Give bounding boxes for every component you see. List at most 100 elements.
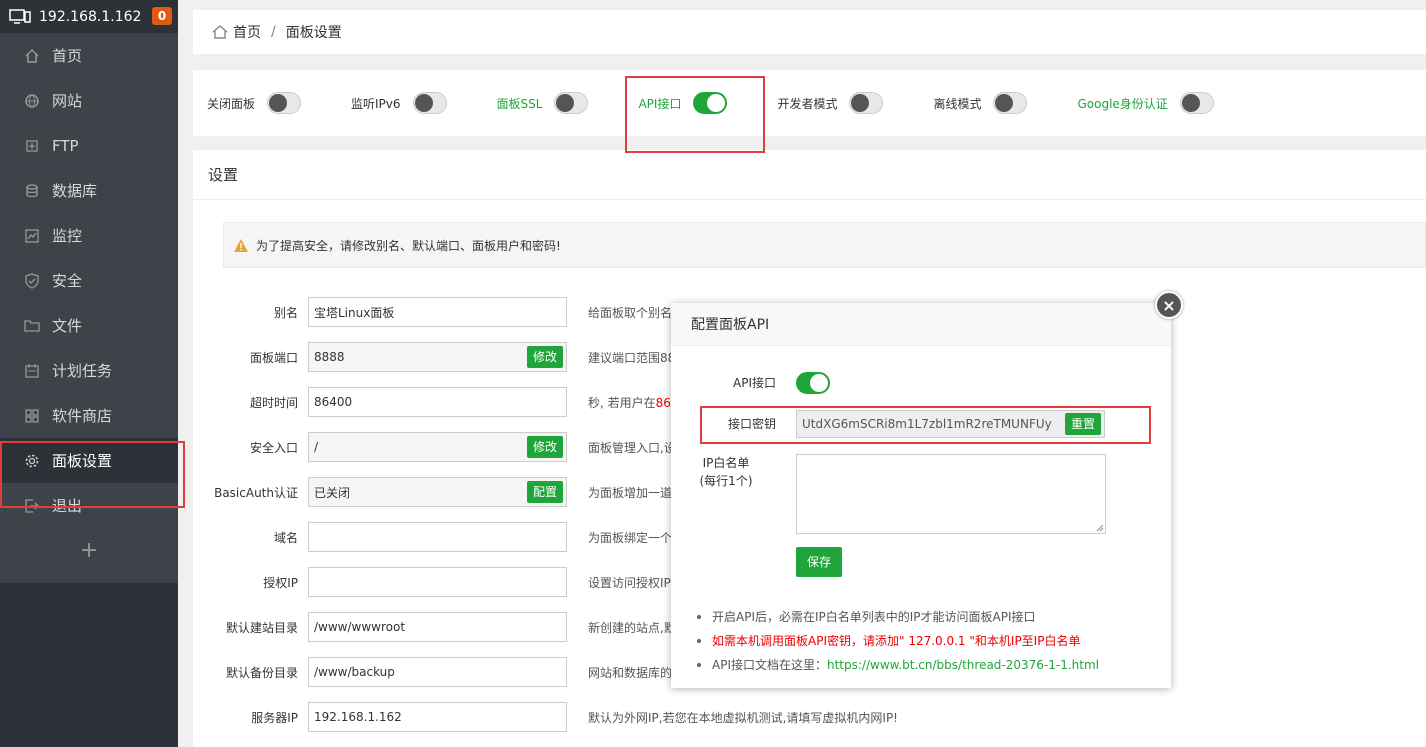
switch-label: 监听IPv6: [351, 96, 401, 111]
toggle-close-panel[interactable]: [267, 92, 302, 114]
api-toggle[interactable]: [796, 372, 830, 394]
field-hint: 建议端口范围88: [588, 350, 676, 365]
sidebar-item-database[interactable]: 数据库: [0, 168, 178, 213]
field-label: 别名: [273, 305, 298, 320]
field-label: 服务器IP: [251, 710, 298, 725]
breadcrumb-separator: /: [271, 24, 276, 40]
port-input: 8888 修改: [308, 342, 567, 372]
modify-port-button[interactable]: 修改: [526, 346, 563, 368]
sidebar-item-cron[interactable]: 计划任务: [0, 348, 178, 393]
auth-ip-input[interactable]: [308, 567, 567, 597]
warning-banner: 为了提高安全，请修改别名、默认端口、面板用户和密码!: [223, 222, 1426, 268]
field-label: 安全入口: [249, 440, 298, 455]
site-dir-input[interactable]: /www/wwwroot: [308, 612, 567, 642]
switch-dev-mode: 开发者模式: [777, 92, 884, 114]
server-ip: 192.168.1.162: [39, 8, 142, 25]
api-config-dialog: 配置面板API × API接口 接口密钥 UtdXG6mSCRi8m1L7zbl…: [671, 291, 1183, 688]
resize-handle-icon[interactable]: [1096, 524, 1104, 532]
field-value: 8888: [314, 350, 345, 364]
sidebar-item-website[interactable]: 网站: [0, 78, 178, 123]
server-ip-input[interactable]: 192.168.1.162: [308, 702, 567, 732]
sidebar-item-label: 文件: [52, 317, 83, 335]
field-value: 86400: [314, 395, 353, 409]
config-basicauth-button[interactable]: 配置: [526, 481, 563, 503]
field-label: 授权IP: [263, 575, 298, 590]
sidebar-item-ftp[interactable]: FTP: [0, 123, 178, 168]
apps-icon: [25, 408, 39, 423]
breadcrumb-home[interactable]: 首页: [233, 22, 261, 42]
backup-dir-input[interactable]: /www/backup: [308, 657, 567, 687]
home-icon: [25, 48, 39, 63]
api-doc-link[interactable]: https://www.bt.cn/bbs/thread-20376-1-1.h…: [827, 658, 1099, 672]
note-item-doc: API接口文档在这里：https://www.bt.cn/bbs/thread-…: [695, 653, 1099, 677]
switch-label: 离线模式: [933, 96, 982, 111]
whitelist-subtitle: (每行1个): [699, 474, 753, 488]
field-hint: 默认为外网IP,若您在本地虚拟机测试,请填写虚拟机内网IP!: [588, 710, 898, 725]
switch-label[interactable]: Google身份认证: [1077, 95, 1167, 112]
monitor-icon: [9, 8, 31, 24]
switch-label: 关闭面板: [207, 96, 256, 111]
switch-ssl: 面板SSL: [497, 92, 589, 114]
toggle-ssl[interactable]: [554, 92, 589, 114]
api-label: API接口: [733, 376, 776, 390]
close-icon[interactable]: ×: [1155, 291, 1183, 319]
sidebar-item-label: 数据库: [52, 182, 98, 200]
security-entry-input: / 修改: [308, 432, 567, 462]
switch-ipv6: 监听IPv6: [351, 92, 447, 114]
field-label: 超时时间: [249, 395, 298, 410]
field-label: 默认备份目录: [225, 665, 298, 680]
breadcrumb-current: 面板设置: [285, 25, 342, 41]
toggle-offline[interactable]: [993, 92, 1028, 114]
toggle-google-auth[interactable]: [1179, 92, 1214, 114]
modify-entry-button[interactable]: 修改: [526, 436, 563, 458]
field-label: 域名: [273, 530, 298, 545]
basicauth-input: 已关闭 配置: [308, 477, 567, 507]
switch-google-auth: Google身份认证: [1077, 92, 1214, 114]
dialog-row-api: API接口: [671, 372, 1171, 394]
breadcrumb: 首页 / 面板设置: [193, 10, 1426, 54]
sidebar-item-home[interactable]: 首页: [0, 33, 178, 78]
domain-input[interactable]: [308, 522, 567, 552]
notification-badge[interactable]: 0: [152, 7, 172, 25]
timeout-input[interactable]: 86400: [308, 387, 567, 417]
database-icon: [26, 183, 38, 197]
field-value: /www/backup: [314, 665, 395, 679]
warning-icon: [234, 238, 248, 252]
note-item-warning: 如需本机调用面板API密钥，请添加" 127.0.0.1 "和本机IP至IP白名…: [695, 629, 1099, 653]
whitelist-label: IP白名单 (每行1个): [671, 454, 781, 490]
sidebar-item-label: 监控: [52, 227, 83, 245]
home-icon: [212, 25, 228, 39]
warning-text: 为了提高安全，请修改别名、默认端口、面板用户和密码!: [256, 238, 561, 253]
field-hint: 设置访问授权IP: [588, 575, 671, 590]
add-menu-button[interactable]: +: [0, 528, 178, 572]
sidebar: 192.168.1.162 0 首页 网站 FTP 数据库 监控 安全 文件 计…: [0, 0, 178, 747]
ip-whitelist-textarea[interactable]: [796, 454, 1106, 534]
sidebar-item-label: 网站: [52, 92, 83, 110]
sidebar-item-store[interactable]: 软件商店: [0, 393, 178, 438]
sidebar-bottom: [0, 583, 178, 747]
toggle-ipv6[interactable]: [412, 92, 447, 114]
hint-text: 秒, 若用户在: [588, 395, 656, 410]
alias-input[interactable]: 宝塔Linux面板: [308, 297, 567, 327]
calendar-icon: [25, 363, 39, 378]
sidebar-item-security[interactable]: 安全: [0, 258, 178, 303]
sidebar-item-monitor[interactable]: 监控: [0, 213, 178, 258]
form-row-server-ip: 服务器IP 192.168.1.162 默认为外网IP,若您在本地虚拟机测试,请…: [193, 702, 1426, 732]
ftp-icon: [26, 139, 38, 152]
chart-icon: [25, 228, 39, 243]
switch-label: 开发者模式: [777, 96, 838, 111]
highlight-api-key: [700, 406, 1151, 444]
toggle-dev-mode[interactable]: [849, 92, 884, 114]
settings-title: 设置: [193, 150, 1426, 200]
switch-label[interactable]: 面板SSL: [497, 95, 543, 112]
field-hint: 为面板增加一道: [588, 485, 673, 500]
field-hint: 新创建的站点,默: [588, 620, 676, 635]
save-button[interactable]: 保存: [796, 547, 842, 577]
field-label: 默认建站目录: [225, 620, 298, 635]
sidebar-item-files[interactable]: 文件: [0, 303, 178, 348]
field-hint: 网站和数据库的: [588, 665, 673, 680]
doc-prefix: API接口文档在这里：: [712, 658, 827, 672]
dialog-title: 配置面板API: [671, 303, 1171, 346]
shield-icon: [25, 272, 39, 289]
field-hint: 为面板绑定一个: [588, 530, 673, 545]
